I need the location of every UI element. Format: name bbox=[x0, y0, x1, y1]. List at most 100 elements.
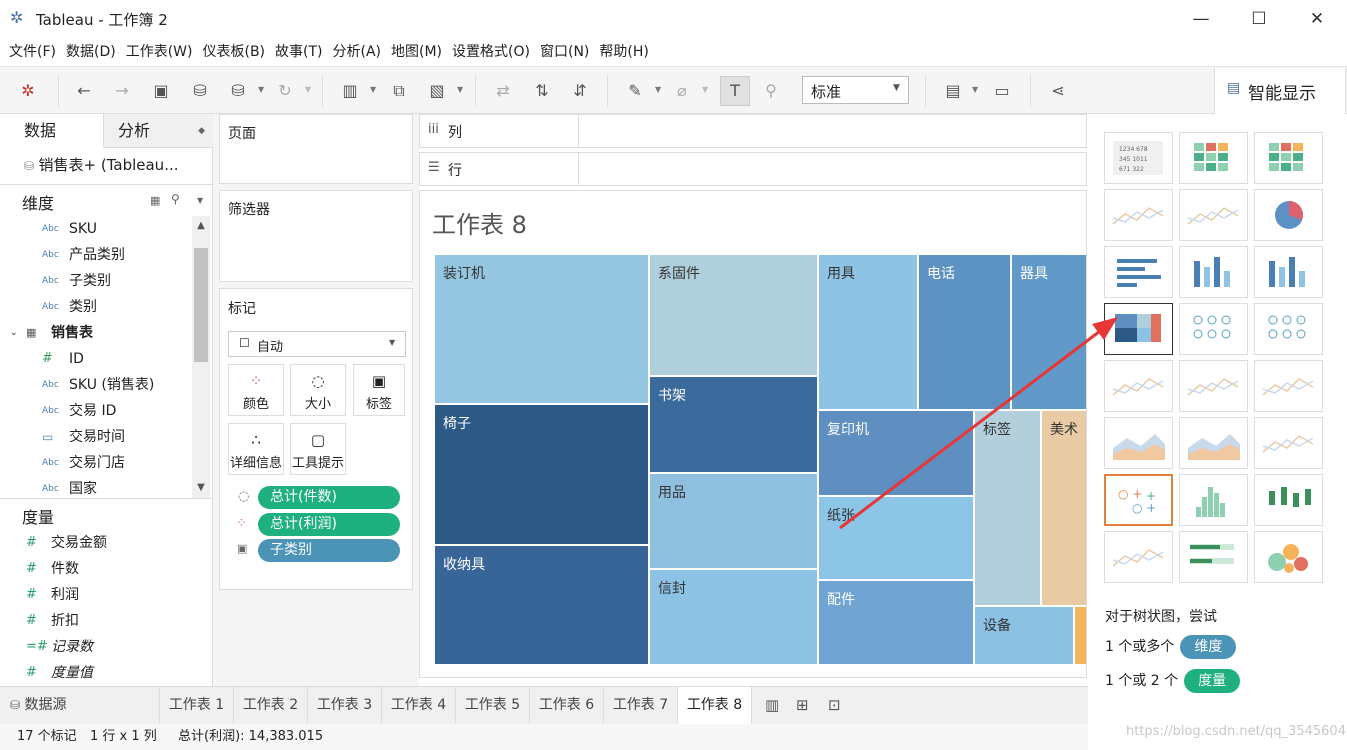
refresh-icon[interactable]: ↻ bbox=[273, 79, 297, 103]
show-me-lines-discrete-icon[interactable] bbox=[1179, 360, 1248, 412]
sheet-tab[interactable]: 工作表 7 bbox=[604, 687, 678, 724]
rows-shelf[interactable]: ☰ 行 bbox=[419, 152, 1087, 186]
show-me-dual-lines-icon[interactable] bbox=[1254, 360, 1323, 412]
menu-help[interactable]: 帮助(H) bbox=[594, 38, 653, 66]
menu-worksheet[interactable]: 工作表(W) bbox=[121, 38, 198, 66]
treemap-tile[interactable]: 装订机 bbox=[434, 254, 649, 404]
show-me-box-whisker-icon[interactable] bbox=[1254, 474, 1323, 526]
sheet-tab[interactable]: 工作表 5 bbox=[456, 687, 530, 724]
fix-axes-icon[interactable]: ⚲ bbox=[759, 79, 783, 103]
swap-rows-columns-icon[interactable]: ⇄ bbox=[491, 79, 515, 103]
close-button[interactable]: ✕ bbox=[1288, 0, 1346, 38]
sort-descending-icon[interactable]: ⇵ bbox=[568, 79, 592, 103]
show-me-stacked-bars-icon[interactable] bbox=[1179, 246, 1248, 298]
show-me-symbol-map-icon[interactable] bbox=[1104, 189, 1173, 241]
sort-ascending-icon[interactable]: ⇅ bbox=[530, 79, 554, 103]
presentation-mode-icon[interactable]: ▭ bbox=[990, 79, 1014, 103]
sheet-tab[interactable]: 工作表 1 bbox=[160, 687, 234, 724]
menu-map[interactable]: 地图(M) bbox=[386, 38, 447, 66]
mark-type-select[interactable]: ☐ 自动 ▼ bbox=[228, 331, 406, 357]
sheet-tab[interactable]: 工作表 6 bbox=[530, 687, 604, 724]
treemap-tile[interactable]: 设备 bbox=[974, 606, 1074, 665]
show-me-side-by-side-circles-icon[interactable] bbox=[1254, 303, 1323, 355]
tab-data[interactable]: 数据 bbox=[0, 114, 103, 148]
field-product-category[interactable]: Abc 产品类别 bbox=[0, 242, 195, 268]
sheet-tab[interactable]: 工作表 3 bbox=[308, 687, 382, 724]
pill-subcategory[interactable]: 子类别 bbox=[258, 539, 400, 562]
redo-icon[interactable]: → bbox=[110, 79, 134, 103]
show-me-heat-map-icon[interactable] bbox=[1179, 132, 1248, 184]
menu-data[interactable]: 数据(D) bbox=[61, 38, 121, 66]
scrollbar[interactable]: ▲ ▼ bbox=[192, 216, 210, 498]
new-worksheet-icon[interactable]: ▥ bbox=[338, 79, 362, 103]
treemap-tile[interactable]: 收纳具 bbox=[434, 545, 649, 665]
share-icon[interactable]: ⋖ bbox=[1046, 79, 1070, 103]
pages-shelf[interactable]: 页面 bbox=[219, 114, 413, 184]
show-cards-icon[interactable]: ▤ bbox=[941, 79, 965, 103]
maximize-button[interactable]: ☐ bbox=[1230, 0, 1288, 38]
color-button[interactable]: ⁘ 颜色 bbox=[228, 364, 284, 416]
tableau-home-icon[interactable]: ✲ bbox=[16, 79, 40, 103]
new-story-icon[interactable]: ⊡ bbox=[828, 696, 841, 714]
datasource-item[interactable]: ⛁ 销售表+ (Tableau... bbox=[24, 152, 179, 178]
folder-sales-table[interactable]: ⌄ ▦ 销售表 bbox=[0, 320, 195, 346]
field-quantity[interactable]: # 件数 bbox=[0, 556, 210, 582]
field-profit[interactable]: # 利润 bbox=[0, 582, 210, 608]
columns-shelf[interactable]: iii 列 bbox=[419, 114, 1087, 148]
minimize-button[interactable]: — bbox=[1172, 0, 1230, 38]
field-category[interactable]: Abc 类别 bbox=[0, 294, 195, 320]
detail-button[interactable]: ∴ 详细信息 bbox=[228, 423, 284, 475]
show-me-packed-bubbles-icon[interactable] bbox=[1254, 531, 1323, 583]
sheet-tab[interactable]: 工作表 4 bbox=[382, 687, 456, 724]
treemap-tile[interactable]: 系固件 bbox=[649, 254, 818, 376]
field-store[interactable]: Abc 交易门店 bbox=[0, 450, 195, 476]
clear-sheet-icon[interactable]: ▧ bbox=[425, 79, 449, 103]
search-icon[interactable]: ⚲ bbox=[171, 192, 180, 206]
pill-sum-profit[interactable]: 总计(利润) bbox=[258, 513, 400, 536]
menu-file[interactable]: 文件(F) bbox=[0, 38, 61, 66]
show-me-filled-map-icon[interactable] bbox=[1179, 189, 1248, 241]
field-record-count[interactable]: =# 记录数 bbox=[0, 634, 210, 660]
menu-format[interactable]: 设置格式(O) bbox=[447, 38, 535, 66]
field-measure-values[interactable]: # 度量值 bbox=[0, 660, 210, 686]
save-icon[interactable]: ▣ bbox=[149, 79, 173, 103]
tab-analysis[interactable]: 分析 ◆ bbox=[103, 114, 213, 148]
tab-datasource[interactable]: ⛁ 数据源 bbox=[0, 687, 160, 724]
undo-icon[interactable]: ← bbox=[72, 79, 96, 103]
fit-select[interactable]: 标准 ▼ bbox=[802, 76, 909, 104]
treemap-tile[interactable] bbox=[1074, 606, 1086, 665]
group-members-icon[interactable]: ⌀ bbox=[670, 79, 694, 103]
pill-sum-quantity[interactable]: 总计(件数) bbox=[258, 486, 400, 509]
menu-dashboard[interactable]: 仪表板(B) bbox=[197, 38, 270, 66]
new-dashboard-icon[interactable]: ⊞ bbox=[796, 696, 809, 714]
show-me-dual-combination-icon[interactable] bbox=[1254, 417, 1323, 469]
view-options-icon[interactable]: ▦ bbox=[150, 194, 160, 207]
field-transaction-time[interactable]: ▭ 交易时间 bbox=[0, 424, 195, 450]
menu-analysis[interactable]: 分析(A) bbox=[328, 38, 387, 66]
sheet-tab[interactable]: 工作表 2 bbox=[234, 687, 308, 724]
field-transaction-id[interactable]: Abc 交易 ID bbox=[0, 398, 195, 424]
show-me-text-table-icon[interactable]: 1234 678 345 1011 671 322 bbox=[1104, 132, 1173, 184]
highlight-icon[interactable]: ✎ bbox=[623, 79, 647, 103]
treemap-tile[interactable]: 用品 bbox=[649, 473, 818, 569]
pause-updates-icon[interactable]: ⛁ bbox=[226, 79, 250, 103]
duplicate-sheet-icon[interactable]: ⧉ bbox=[387, 79, 411, 103]
field-sku[interactable]: Abc SKU bbox=[0, 216, 195, 242]
show-me-highlight-table-icon[interactable] bbox=[1254, 132, 1323, 184]
label-button[interactable]: ▣ 标签 bbox=[353, 364, 405, 416]
smart-show-button[interactable]: ▤ 智能显示 bbox=[1214, 68, 1346, 114]
treemap-tile[interactable]: 书架 bbox=[649, 376, 818, 473]
field-id[interactable]: # ID bbox=[0, 346, 195, 372]
show-me-pie-chart-icon[interactable] bbox=[1254, 189, 1323, 241]
treemap-tile[interactable]: 椅子 bbox=[434, 404, 649, 545]
treemap-tile[interactable]: 配件 bbox=[818, 580, 974, 665]
size-button[interactable]: ◌ 大小 bbox=[290, 364, 346, 416]
field-discount[interactable]: # 折扣 bbox=[0, 608, 210, 634]
sheet-tab[interactable]: 工作表 8 bbox=[678, 687, 752, 724]
field-subcategory[interactable]: Abc 子类别 bbox=[0, 268, 195, 294]
show-me-bullet-graph-icon[interactable] bbox=[1179, 531, 1248, 583]
filters-shelf[interactable]: 筛选器 bbox=[219, 190, 413, 282]
field-sku-sales[interactable]: Abc SKU (销售表) bbox=[0, 372, 195, 398]
show-me-horizontal-bars-icon[interactable] bbox=[1104, 246, 1173, 298]
show-me-histogram-icon[interactable] bbox=[1179, 474, 1248, 526]
